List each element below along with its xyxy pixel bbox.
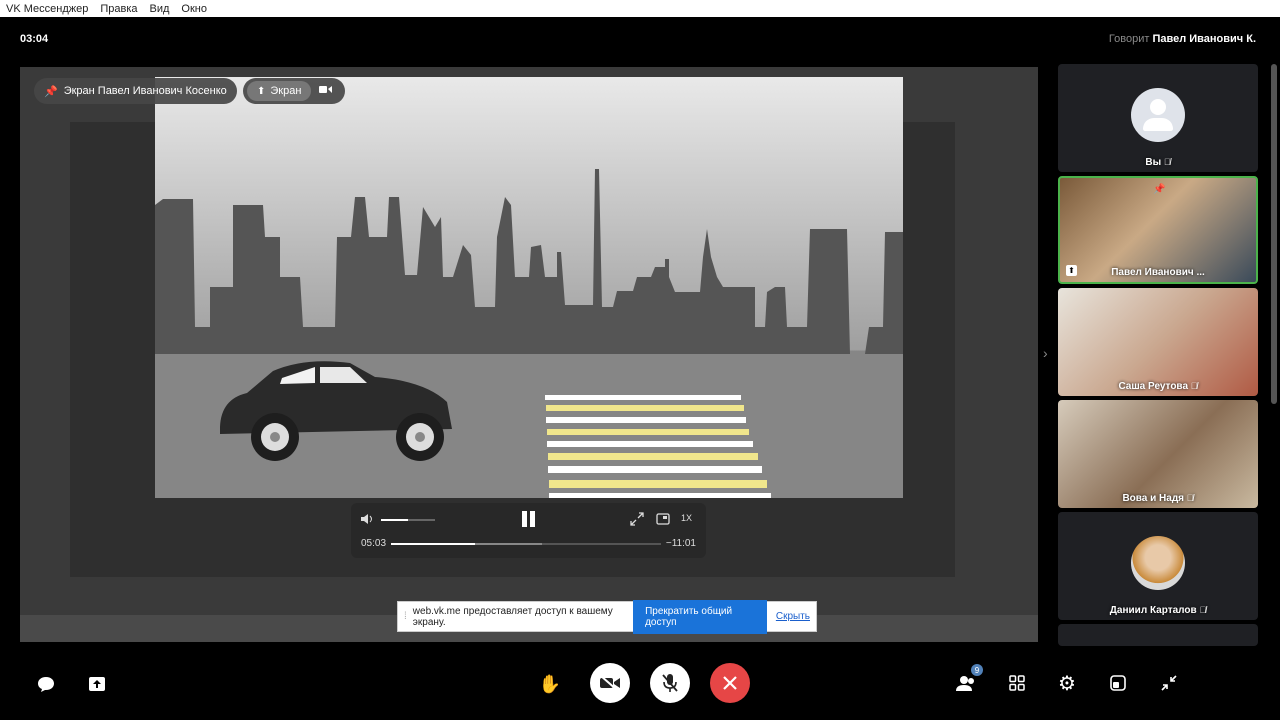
menu-view[interactable]: Вид xyxy=(150,3,170,15)
settings-button[interactable]: ⚙ xyxy=(1056,672,1078,695)
gear-icon: ⚙ xyxy=(1058,672,1076,695)
city-skyline xyxy=(155,169,903,354)
participant-name: Вы xyxy=(1145,157,1162,168)
video-progress-bar[interactable] xyxy=(391,543,661,545)
remaining-time: −11:01 xyxy=(665,538,696,549)
layout-icon xyxy=(1110,675,1126,691)
participant-tile-vova-nadya[interactable]: Вова и Надя 🎙̸ xyxy=(1058,400,1258,508)
pin-icon: 📌 xyxy=(1153,184,1166,195)
screen-camera-toggle[interactable]: ⬆ Экран xyxy=(243,78,345,104)
grid-icon xyxy=(1009,675,1025,691)
microphone-toggle-button[interactable] xyxy=(650,663,690,703)
pause-button[interactable] xyxy=(521,511,537,529)
participants-button[interactable]: 9 xyxy=(955,664,983,694)
call-controls-bar: ✋ 9 ⚙ xyxy=(0,648,1280,720)
volume-icon[interactable] xyxy=(361,513,375,525)
grid-layout-button[interactable] xyxy=(1006,672,1028,694)
participant-tile-daniil[interactable]: Даниил Карталов 🎙̸ xyxy=(1058,512,1258,620)
participant-name: Саша Реутова xyxy=(1118,381,1189,392)
participant-tile-partial[interactable] xyxy=(1058,624,1258,646)
video-player-controls: 1X 05:03 −11:01 xyxy=(351,503,706,558)
picture-in-picture-icon[interactable] xyxy=(655,512,671,526)
participant-name: Даниил Карталов xyxy=(1109,605,1197,616)
participants-count-badge: 9 xyxy=(971,664,983,676)
screen-share-chip[interactable]: 📌 Экран Павел Иванович Косенко xyxy=(34,78,237,104)
participant-name: Вова и Надя xyxy=(1122,493,1185,504)
raise-hand-button[interactable]: ✋ xyxy=(538,672,562,696)
pin-icon: 📌 xyxy=(44,85,58,98)
participant-name: Павел Иванович ... xyxy=(1111,267,1205,278)
camera-icon[interactable] xyxy=(319,85,333,97)
chevron-right-icon[interactable]: › xyxy=(1043,345,1048,361)
participants-scrollbar[interactable] xyxy=(1271,64,1277,404)
menu-app[interactable]: VK Мессенджер xyxy=(6,3,88,15)
played-range xyxy=(391,543,475,545)
screen-share-notice: ⁞ web.vk.me предоставляет доступ к вашем… xyxy=(397,599,817,634)
mic-off-icon xyxy=(662,674,678,692)
hand-icon: ✋ xyxy=(538,673,562,694)
participant-avatar xyxy=(1131,536,1185,590)
call-header: 03:04 Говорит Павел Иванович К. xyxy=(0,17,1280,65)
people-icon xyxy=(956,676,974,691)
speaking-indicator: Говорит Павел Иванович К. xyxy=(1109,33,1256,45)
camera-toggle-button[interactable] xyxy=(590,663,630,703)
share-notice-message: web.vk.me предоставляет доступ к вашему … xyxy=(412,605,613,628)
layout-button[interactable] xyxy=(1107,672,1129,694)
camera-off-icon xyxy=(600,675,620,691)
speaking-label: Говорит xyxy=(1108,33,1150,45)
menu-window[interactable]: Окно xyxy=(181,3,207,15)
close-icon xyxy=(723,676,737,690)
volume-slider[interactable] xyxy=(381,519,435,521)
app-menubar: VK Мессенджер Правка Вид Окно xyxy=(0,0,1280,17)
mic-off-icon: 🎙̸ xyxy=(1190,381,1198,391)
menu-edit[interactable]: Правка xyxy=(100,3,137,15)
mic-off-icon: 🎙̸ xyxy=(1199,605,1207,615)
share-screen-button[interactable] xyxy=(85,672,109,696)
retro-car xyxy=(220,361,452,461)
chat-icon[interactable] xyxy=(34,672,58,696)
participant-tile-self[interactable]: Вы 🎙̸ xyxy=(1058,64,1258,172)
share-screen-icon: ⬆ xyxy=(257,85,266,97)
hide-notice-link[interactable]: Скрыть xyxy=(776,611,810,622)
mic-off-icon: 🎙̸ xyxy=(1163,157,1171,167)
screen-toggle-option[interactable]: ⬆ Экран xyxy=(247,81,312,101)
call-timer: 03:04 xyxy=(20,33,49,45)
share-screen-icon xyxy=(89,677,105,691)
shared-video[interactable] xyxy=(155,77,903,498)
participant-tile-sasha[interactable]: Саша Реутова 🎙̸ xyxy=(1058,288,1258,396)
mic-off-icon: 🎙̸ xyxy=(1186,493,1194,503)
default-avatar-icon xyxy=(1131,88,1185,142)
participant-tile-pavel[interactable]: 📌 ⬆ Павел Иванович ... xyxy=(1058,176,1258,284)
elapsed-time: 05:03 xyxy=(361,538,387,549)
fullscreen-icon[interactable] xyxy=(629,512,645,526)
city-car-animation xyxy=(155,169,903,498)
minimize-icon xyxy=(1161,675,1177,691)
screen-share-chip-label: Экран Павел Иванович Косенко xyxy=(63,85,227,97)
drag-handle-icon[interactable]: ⁞ xyxy=(404,611,407,622)
crosswalk xyxy=(545,395,771,498)
end-call-button[interactable] xyxy=(710,663,750,703)
exit-fullscreen-button[interactable] xyxy=(1158,672,1180,694)
playback-speed-button[interactable]: 1X xyxy=(681,513,697,527)
stop-sharing-button[interactable]: Прекратить общий доступ xyxy=(633,599,767,634)
volume-level xyxy=(381,519,408,521)
speaking-name: Павел Иванович К. xyxy=(1152,33,1256,45)
screen-toggle-label: Экран xyxy=(270,85,302,97)
